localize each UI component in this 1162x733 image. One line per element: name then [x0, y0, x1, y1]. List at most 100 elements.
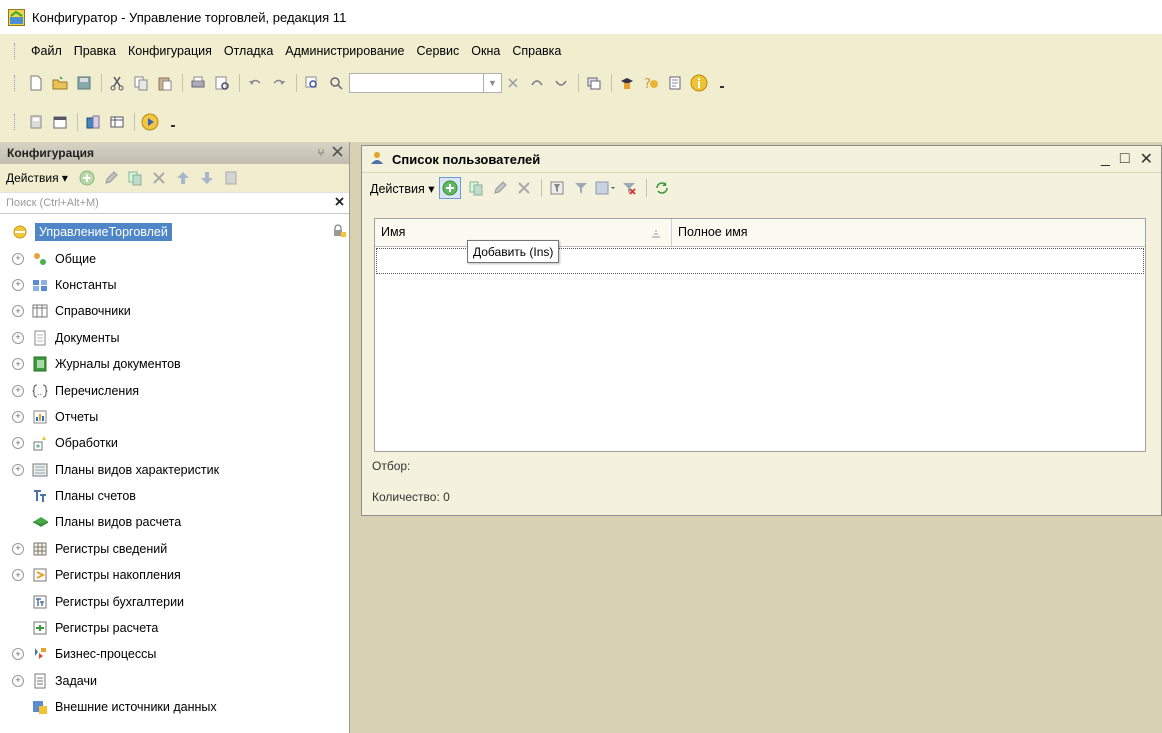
expand-icon[interactable]: + — [12, 331, 24, 344]
menu-debug[interactable]: Отладка — [224, 44, 273, 58]
tree-item-chart-of-accounts[interactable]: Планы счетов — [0, 483, 349, 509]
toolbar-overflow-icon[interactable] — [712, 72, 734, 94]
undo-icon[interactable] — [244, 72, 266, 94]
delete-user-icon[interactable] — [513, 177, 535, 199]
windows-icon[interactable] — [583, 72, 605, 94]
tree-item-accounting-registers[interactable]: Регистры бухгалтерии — [0, 588, 349, 614]
edit-icon[interactable] — [100, 167, 122, 189]
save-icon[interactable] — [73, 72, 95, 94]
help-index-icon[interactable]: ? — [640, 72, 662, 94]
toolbar-overflow-icon[interactable] — [163, 111, 185, 133]
tree-item-common[interactable]: + Общие — [0, 245, 349, 271]
tree-item-journals[interactable]: + Журналы документов — [0, 351, 349, 377]
documentation-icon[interactable] — [664, 72, 686, 94]
menu-configuration[interactable]: Конфигурация — [128, 44, 212, 58]
toolbar-search-input[interactable] — [349, 73, 484, 93]
menu-file[interactable]: Файл — [31, 44, 62, 58]
move-up-icon[interactable] — [172, 167, 194, 189]
tree-item-catalogs[interactable]: + Справочники — [0, 298, 349, 324]
tree-item-dataprocessors[interactable]: + Обработки — [0, 430, 349, 456]
open-file-icon[interactable] — [49, 72, 71, 94]
find-in-tree-icon[interactable] — [301, 72, 323, 94]
tasks-icon — [32, 673, 48, 689]
expand-icon[interactable]: + — [12, 569, 24, 582]
expand-icon[interactable]: + — [12, 358, 24, 371]
clear-search-icon[interactable] — [334, 196, 345, 210]
clear-search-icon[interactable] — [502, 72, 524, 94]
expand-icon[interactable]: + — [12, 648, 24, 661]
users-actions-menu-button[interactable]: Действия ▾ — [370, 181, 435, 196]
filter-history-icon[interactable] — [594, 177, 616, 199]
syntax-assistant-icon[interactable] — [616, 72, 638, 94]
expand-icon[interactable]: + — [12, 252, 24, 265]
clear-filter-icon[interactable] — [618, 177, 640, 199]
expand-icon[interactable]: + — [12, 278, 24, 291]
calendar-icon[interactable] — [49, 111, 71, 133]
close-window-icon[interactable]: ✕ — [1140, 149, 1153, 169]
tree-item-calculation-types[interactable]: Планы видов расчета — [0, 509, 349, 535]
move-down-icon[interactable] — [196, 167, 218, 189]
table-icon[interactable] — [106, 111, 128, 133]
redo-icon[interactable] — [268, 72, 290, 94]
tree-item-tasks[interactable]: + Задачи — [0, 668, 349, 694]
tree-item-external-data-sources[interactable]: Внешние источники данных — [0, 694, 349, 720]
menu-service[interactable]: Сервис — [416, 44, 459, 58]
search-icon[interactable] — [325, 72, 347, 94]
minimize-icon[interactable]: _ — [1101, 150, 1110, 168]
toolbar-separator — [611, 74, 612, 92]
menu-help[interactable]: Справка — [512, 44, 561, 58]
tree-item-info-registers[interactable]: + Регистры сведений — [0, 536, 349, 562]
close-panel-icon[interactable] — [332, 146, 343, 160]
cut-icon[interactable] — [106, 72, 128, 94]
delete-icon[interactable] — [148, 167, 170, 189]
menu-windows[interactable]: Окна — [471, 44, 500, 58]
add-user-button[interactable] — [438, 177, 461, 199]
copy-user-icon[interactable] — [465, 177, 487, 199]
tree-item-accumulation-registers[interactable]: + Регистры накопления — [0, 562, 349, 588]
tree-item-calculation-registers[interactable]: Регистры расчета — [0, 615, 349, 641]
expand-icon[interactable]: + — [12, 305, 24, 318]
print-preview-icon[interactable] — [211, 72, 233, 94]
expand-icon[interactable]: + — [12, 542, 24, 555]
tree-item-documents[interactable]: + Документы — [0, 325, 349, 351]
expand-icon[interactable]: + — [12, 463, 24, 476]
tree-root-item[interactable]: УправлениеТорговлей — [0, 219, 349, 245]
pin-icon[interactable] — [316, 146, 326, 160]
filter-icon[interactable] — [570, 177, 592, 199]
menu-administration[interactable]: Администрирование — [285, 44, 404, 58]
expand-icon[interactable]: + — [12, 384, 24, 397]
tree-search-field[interactable]: Поиск (Ctrl+Alt+M) — [0, 192, 349, 214]
maximize-icon[interactable]: □ — [1120, 150, 1130, 168]
properties-icon[interactable] — [220, 167, 242, 189]
tree-item-business-processes[interactable]: + Бизнес-процессы — [0, 641, 349, 667]
edit-user-icon[interactable] — [489, 177, 511, 199]
info-icon[interactable] — [688, 72, 710, 94]
set-filter-icon[interactable] — [546, 177, 568, 199]
expand-icon[interactable]: + — [12, 437, 24, 450]
run-debug-icon[interactable] — [139, 111, 161, 133]
new-file-icon[interactable] — [25, 72, 47, 94]
tree-item-enums[interactable]: +.. Перечисления — [0, 377, 349, 403]
search-dropdown-icon[interactable]: ▼ — [484, 73, 502, 93]
sort-icon — [651, 227, 661, 241]
find-previous-icon[interactable] — [526, 72, 548, 94]
print-icon[interactable] — [187, 72, 209, 94]
toolbar-separator — [101, 74, 102, 92]
expand-icon[interactable]: + — [12, 674, 24, 687]
add-icon[interactable] — [76, 167, 98, 189]
menu-edit[interactable]: Правка — [74, 44, 116, 58]
copy-item-icon[interactable] — [124, 167, 146, 189]
temp-storage-icon[interactable] — [82, 111, 104, 133]
copy-icon[interactable] — [130, 72, 152, 94]
calculator-icon[interactable] — [25, 111, 47, 133]
find-next-icon[interactable] — [550, 72, 572, 94]
refresh-icon[interactable] — [651, 177, 673, 199]
column-header-full-name[interactable]: Полное имя — [672, 219, 1145, 246]
expand-icon[interactable]: + — [12, 410, 24, 423]
tree-item-constants[interactable]: + Константы — [0, 272, 349, 298]
lock-icon — [332, 224, 346, 241]
actions-menu-button[interactable]: Действия ▾ — [6, 171, 68, 185]
tree-item-characteristics[interactable]: + Планы видов характеристик — [0, 457, 349, 483]
paste-icon[interactable] — [154, 72, 176, 94]
tree-item-reports[interactable]: + Отчеты — [0, 404, 349, 430]
